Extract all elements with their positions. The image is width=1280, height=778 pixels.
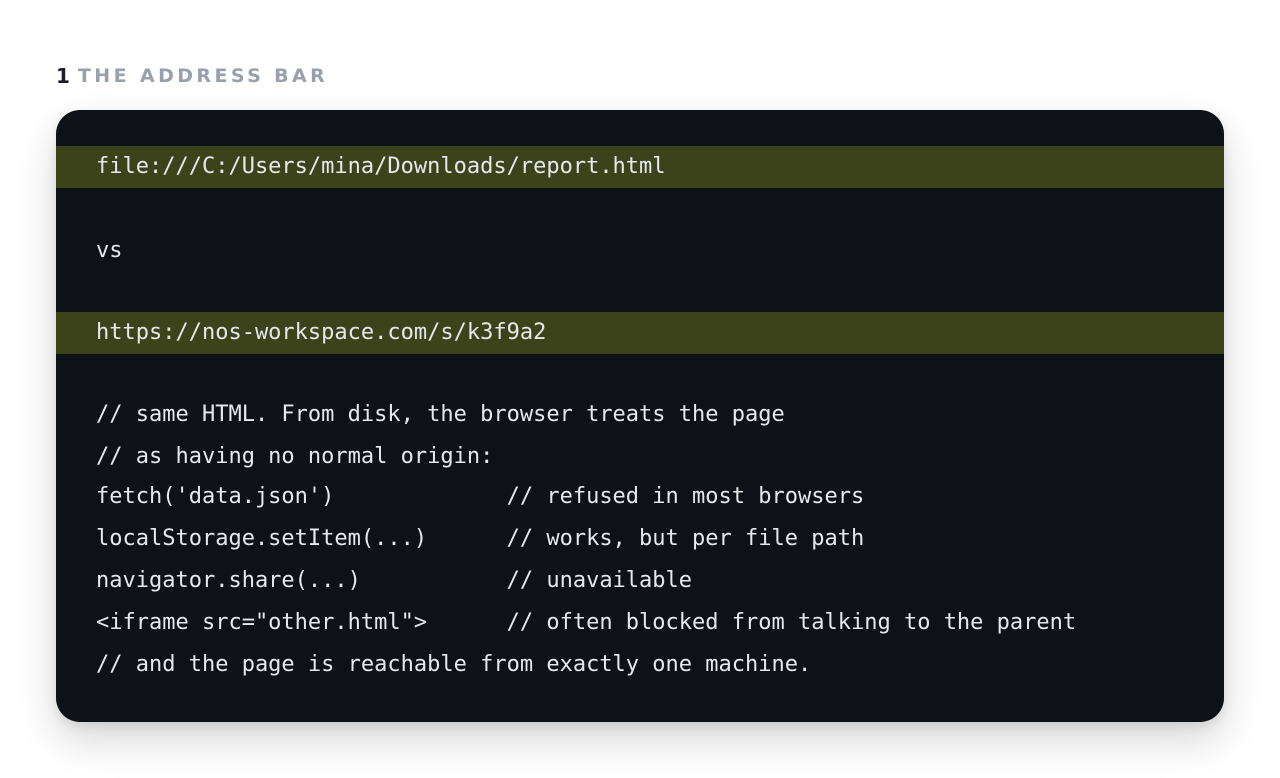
code-line-https-url: https://nos-workspace.com/s/k3f9a2 bbox=[56, 312, 1224, 354]
code-line-comment-same-html: // same HTML. From disk, the browser tre… bbox=[96, 402, 785, 427]
section-title: THE ADDRESS BAR bbox=[77, 65, 329, 87]
code-line-navigator-share: navigator.share(...) // unavailable bbox=[96, 568, 693, 593]
code-line-localstorage: localStorage.setItem(...) // works, but … bbox=[96, 526, 865, 551]
code-line-comment-reachable: // and the page is reachable from exactl… bbox=[96, 652, 812, 677]
code-line-comment-no-origin: // as having no normal origin: bbox=[96, 444, 494, 469]
section-number: 1 bbox=[56, 64, 70, 88]
code-line-vs: vs bbox=[96, 238, 123, 263]
code-line-file-url: file:///C:/Users/mina/Downloads/report.h… bbox=[56, 146, 1224, 188]
code-line-iframe: <iframe src="other.html"> // often block… bbox=[96, 610, 1077, 635]
code-line-fetch: fetch('data.json') // refused in most br… bbox=[96, 484, 865, 509]
code-block: file:///C:/Users/mina/Downloads/report.h… bbox=[56, 110, 1224, 722]
section-heading: 1 THE ADDRESS BAR bbox=[56, 62, 328, 90]
